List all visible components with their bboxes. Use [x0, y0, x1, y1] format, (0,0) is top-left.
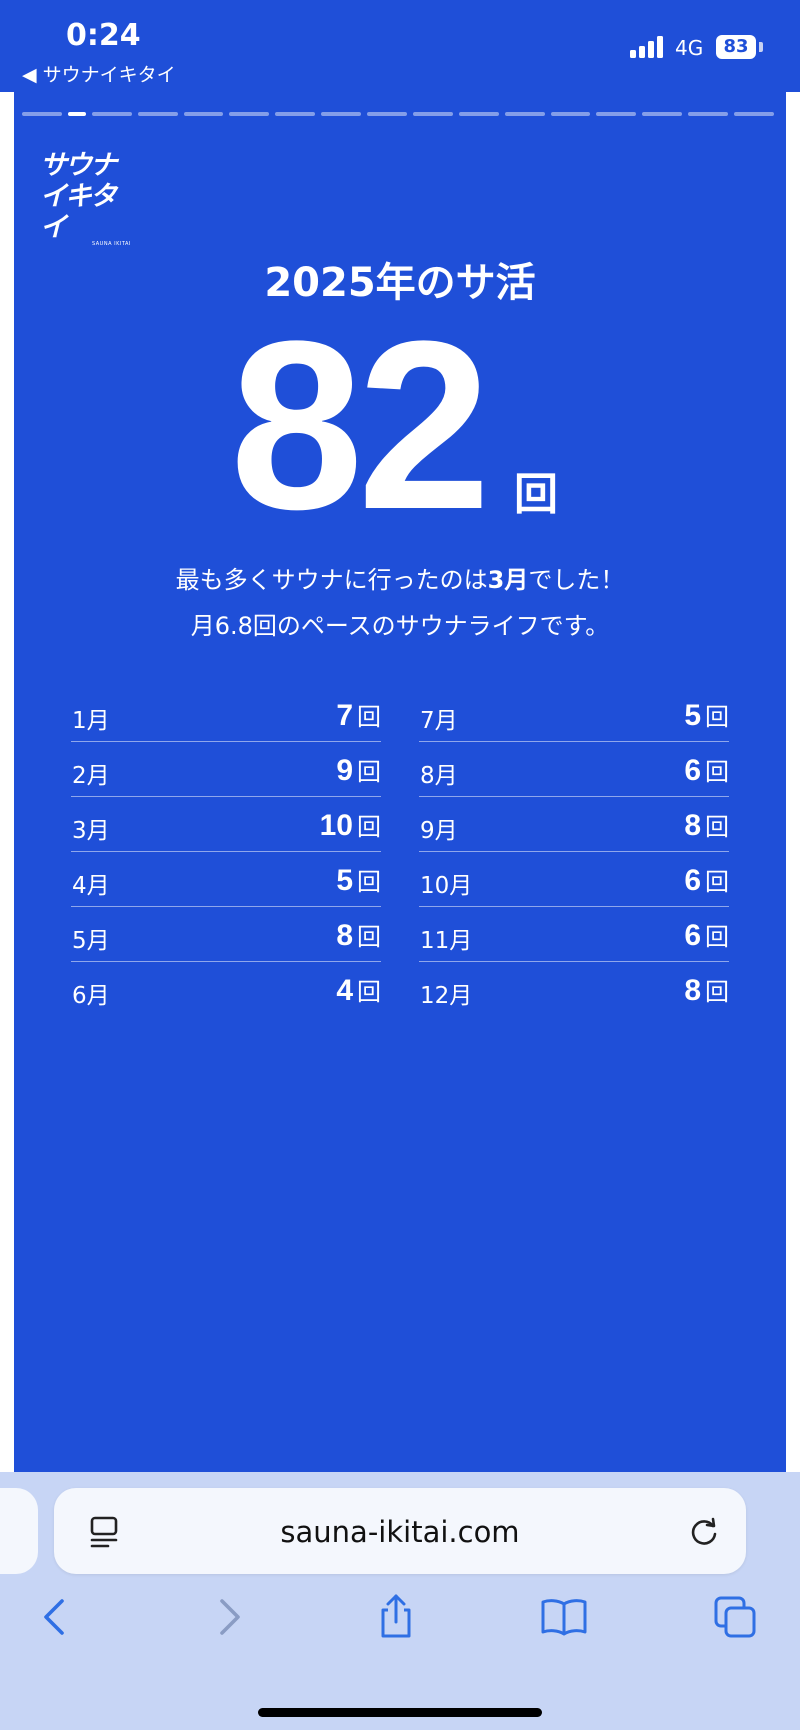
month-label: 11月: [420, 928, 473, 954]
month-count: 8回: [684, 974, 729, 1007]
month-row: 6月 4回: [71, 962, 381, 1016]
month-count: 10 回: [319, 809, 381, 842]
month-label: 12月: [420, 983, 473, 1009]
home-indicator: [258, 1708, 542, 1717]
month-count: 8回: [336, 919, 381, 952]
back-to-app-link[interactable]: ◀ サウナイキタイ: [22, 60, 176, 87]
monthly-list-left: 1月 7回 2月 9回 3月 10 回 4月 5回 5月 8回 6月 4回: [71, 687, 381, 1016]
story-segment: [229, 112, 270, 116]
month-label: 1月: [72, 708, 110, 734]
month-count: 4回: [336, 974, 381, 1007]
story-segment-current: [67, 112, 86, 116]
logo-line-1: サウナ: [40, 150, 117, 181]
battery-icon: 83: [716, 35, 756, 59]
network-label: 4G: [675, 36, 704, 60]
story-segment: [458, 112, 499, 116]
month-count: 9回: [336, 754, 381, 787]
month-row: 10月 6回: [419, 852, 729, 907]
month-label: 8月: [420, 763, 458, 789]
tabs-icon[interactable]: [710, 1592, 760, 1642]
story-segment: [137, 112, 178, 116]
pace-message: 月6.8回のペースのサウナライフです。: [190, 612, 610, 640]
month-count: 6回: [684, 754, 729, 787]
month-row: 12月 8回: [419, 962, 729, 1016]
summary-message-highlight: 3月: [487, 566, 529, 594]
month-row: 1月 7回: [71, 687, 381, 742]
story-segment: [734, 112, 774, 116]
previous-tab-peek[interactable]: [0, 1488, 38, 1574]
summary-message: 最も多くサウナに行ったのは3月でした！: [0, 560, 800, 595]
month-count: 6回: [684, 919, 729, 952]
logo-subtext: SAUNA IKITAI: [92, 241, 131, 247]
month-row: 11月 6回: [419, 907, 729, 962]
month-row: 8月 6回: [419, 742, 729, 797]
chevron-left-icon[interactable]: [32, 1592, 82, 1642]
story-segment: [550, 112, 591, 116]
month-label: 4月: [72, 873, 110, 899]
book-icon[interactable]: [539, 1592, 589, 1642]
story-segment: [504, 112, 545, 116]
month-label: 2月: [72, 763, 110, 789]
story-segment: [688, 112, 729, 116]
month-count: 5回: [684, 699, 729, 732]
month-count: 7回: [336, 699, 381, 732]
monthly-list-right: 7月 5回 8月 6回 9月 8回 10月 6回 11月 6回 12月 8回: [419, 687, 729, 1016]
browser-toolbar: sauna-ikitai.com: [0, 1472, 800, 1730]
month-label: 3月: [72, 818, 110, 844]
month-label: 7月: [420, 708, 458, 734]
month-row: 9月 8回: [419, 797, 729, 852]
month-count: 8回: [684, 809, 729, 842]
story-segment: [275, 112, 316, 116]
total-visit-count: 82: [230, 291, 491, 559]
month-count: 6回: [684, 864, 729, 897]
month-row: 4月 5回: [71, 852, 381, 907]
story-segment: [596, 112, 637, 116]
chevron-right-icon[interactable]: [204, 1592, 254, 1642]
story-segment: [642, 112, 683, 116]
month-label: 5月: [72, 928, 110, 954]
story-segment: [412, 112, 453, 116]
month-row: 7月 5回: [419, 687, 729, 742]
story-segment: [91, 112, 132, 116]
story-segment: [367, 112, 407, 116]
story-segment: [183, 112, 224, 116]
logo-line-2: イキタイ: [40, 181, 117, 243]
month-row: 2月 9回: [71, 742, 381, 797]
month-label: 6月: [72, 983, 110, 1009]
story-segment: [321, 112, 362, 116]
address-bar[interactable]: sauna-ikitai.com: [54, 1488, 746, 1574]
summary-message-pre: 最も多くサウナに行ったのは: [175, 566, 488, 594]
sauna-ikitai-logo: サウナ イキタイ SAUNA IKITAI: [40, 150, 132, 247]
total-visit-unit: 回: [514, 469, 558, 520]
month-label: 10月: [420, 873, 473, 899]
status-bar: 0:24 ◀ サウナイキタイ 4G 83: [0, 0, 800, 92]
summary-message-post: でした！: [528, 566, 625, 594]
story-segment: [22, 112, 62, 116]
month-count: 5回: [336, 864, 381, 897]
url-text[interactable]: sauna-ikitai.com: [54, 1515, 746, 1549]
month-row: 3月 10 回: [71, 797, 381, 852]
signal-icon: [630, 36, 668, 58]
share-icon[interactable]: [371, 1592, 421, 1642]
reload-icon[interactable]: [686, 1514, 722, 1550]
status-time: 0:24: [66, 18, 141, 53]
story-progress-bar: [22, 112, 774, 116]
month-row: 5月 8回: [71, 907, 381, 962]
battery-nub: [759, 42, 763, 52]
month-label: 9月: [420, 818, 458, 844]
